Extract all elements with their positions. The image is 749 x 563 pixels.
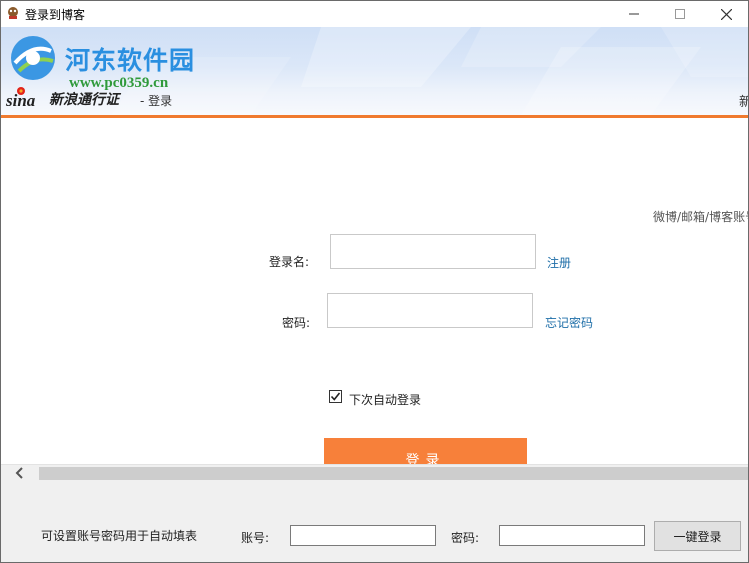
account-input[interactable]	[290, 525, 436, 546]
username-label: 登录名:	[269, 255, 310, 269]
forgot-password-link[interactable]: 忘记密码	[545, 314, 593, 331]
banner-subtitle: - 登录	[140, 94, 173, 108]
close-icon	[720, 8, 732, 20]
window-title: 登录到博客	[25, 8, 86, 22]
register-link[interactable]: 注册	[547, 254, 571, 271]
app-icon	[8, 7, 18, 19]
maximize-button[interactable]	[657, 1, 703, 27]
account-type-note: 微博/邮箱/博客账号	[653, 210, 748, 224]
auto-login-checkbox[interactable]	[329, 390, 342, 403]
autofill-description: 可设置账号密码用于自动填表	[41, 529, 198, 543]
login-button-label: 登录	[405, 452, 446, 464]
scrollbar-thumb[interactable]	[39, 467, 748, 480]
password-input[interactable]	[327, 293, 533, 328]
close-button[interactable]	[703, 1, 748, 27]
maximize-icon	[675, 9, 685, 19]
one-click-login-button[interactable]: 一键登录	[654, 521, 741, 551]
title-bar: 登录到博客	[1, 1, 748, 27]
auto-login-label[interactable]: 下次自动登录	[349, 391, 421, 408]
checkmark-icon	[330, 392, 341, 401]
account-label: 账号:	[241, 531, 270, 545]
login-content: 微博/邮箱/博客账号 登录名: 注册 密码: 忘记密码 下次自动登录 登录	[1, 118, 748, 464]
login-window: 登录到博客 河东软件园 www.pc0359.cn sina 新浪通行证 - 登…	[0, 0, 749, 563]
banner-right-text: 新	[739, 91, 748, 110]
horizontal-scrollbar[interactable]	[1, 464, 748, 481]
scroll-left-button[interactable]	[1, 465, 38, 481]
watermark-logo-icon	[11, 36, 55, 80]
autofill-panel: 可设置账号密码用于自动填表 账号: 密码: 一键登录	[1, 481, 748, 562]
password-label: 密码:	[282, 316, 311, 330]
svg-text:sina: sina	[5, 91, 36, 109]
login-button[interactable]: 登录	[324, 438, 527, 464]
brand-name: 新浪通行证	[49, 92, 119, 108]
autofill-password-input[interactable]	[499, 525, 645, 546]
username-input[interactable]	[330, 234, 536, 269]
watermark-title: 河东软件园	[65, 46, 196, 75]
sina-logo: sina	[5, 87, 36, 109]
minimize-icon	[629, 13, 639, 15]
chevron-left-icon	[15, 467, 23, 479]
minimize-button[interactable]	[611, 1, 657, 27]
autofill-password-label: 密码:	[451, 531, 480, 545]
